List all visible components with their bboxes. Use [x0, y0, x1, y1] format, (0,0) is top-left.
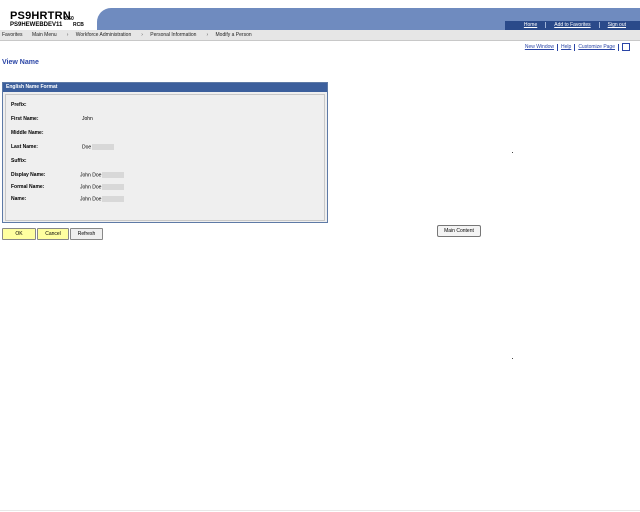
field-label: Middle Name:	[11, 130, 44, 136]
redacted-block	[102, 172, 125, 178]
system-title: PS9HRTRN	[10, 10, 71, 22]
bottom-divider	[0, 510, 640, 511]
add-to-favorites-link[interactable]: Add to Favorites	[545, 22, 598, 28]
home-link[interactable]: Home	[516, 22, 545, 28]
field-label: Display Name:	[11, 172, 46, 178]
refresh-button[interactable]: Refresh	[70, 228, 103, 240]
field-value-last-name: Doe	[82, 144, 115, 151]
page-links: New Window Help Customize Page	[522, 43, 630, 51]
field-value-first-name: John	[82, 116, 93, 122]
display-name-text: John Doe	[80, 172, 102, 179]
system-code: RCB	[73, 22, 84, 28]
field-value-name: John Doe	[80, 196, 125, 203]
ok-button[interactable]: OK	[2, 228, 36, 240]
english-name-panel: English Name Format Prefix: First Name: …	[2, 82, 328, 223]
last-name-text: Doe	[82, 144, 92, 151]
formal-name-text: John Doe	[80, 184, 102, 191]
help-link[interactable]: Help	[558, 44, 574, 50]
chevron-right-icon: ›	[141, 32, 143, 38]
field-label: First Name:	[11, 116, 39, 122]
field-label: Suffix:	[11, 158, 27, 164]
breadcrumb-nav: Favorites Main Menu › Workforce Administr…	[0, 30, 640, 41]
nav-main-menu[interactable]: Main Menu	[32, 32, 57, 38]
cancel-button[interactable]: Cancel	[37, 228, 69, 240]
nav-favorites[interactable]: Favorites	[2, 32, 23, 38]
name-text: John Doe	[80, 196, 102, 203]
separator-dot	[512, 152, 513, 153]
field-value-formal-name: John Doe	[80, 184, 125, 191]
sign-out-link[interactable]: Sign out	[598, 22, 634, 28]
field-label: Formal Name:	[11, 184, 45, 190]
nav-modify-a-person[interactable]: Modify a Person	[216, 32, 252, 38]
customize-page-link[interactable]: Customize Page	[575, 44, 618, 50]
field-value-display-name: John Doe	[80, 172, 125, 179]
nav-workforce-administration[interactable]: Workforce Administration	[76, 32, 131, 38]
print-icon[interactable]	[622, 43, 630, 51]
new-window-link[interactable]: New Window	[522, 44, 557, 50]
chevron-right-icon: ›	[206, 32, 209, 38]
database-name: PS9HEWEBDEV11	[10, 22, 63, 28]
separator-dot	[512, 358, 513, 359]
nav-personal-information[interactable]: Personal Information	[150, 32, 196, 38]
redacted-block	[92, 144, 115, 150]
panel-body	[5, 94, 325, 221]
page-title: View Name	[2, 59, 39, 66]
redacted-block	[102, 196, 125, 202]
field-label: Last Name:	[11, 144, 38, 150]
chevron-right-icon: ›	[66, 32, 69, 38]
field-label: Name:	[11, 196, 27, 202]
field-label: Prefix:	[11, 102, 27, 108]
header-links: Home Add to Favorites Sign out	[516, 22, 634, 28]
main-content-button[interactable]: Main Content	[437, 225, 481, 237]
panel-title: English Name Format	[3, 83, 327, 92]
redacted-block	[102, 184, 125, 190]
divider	[618, 43, 619, 51]
